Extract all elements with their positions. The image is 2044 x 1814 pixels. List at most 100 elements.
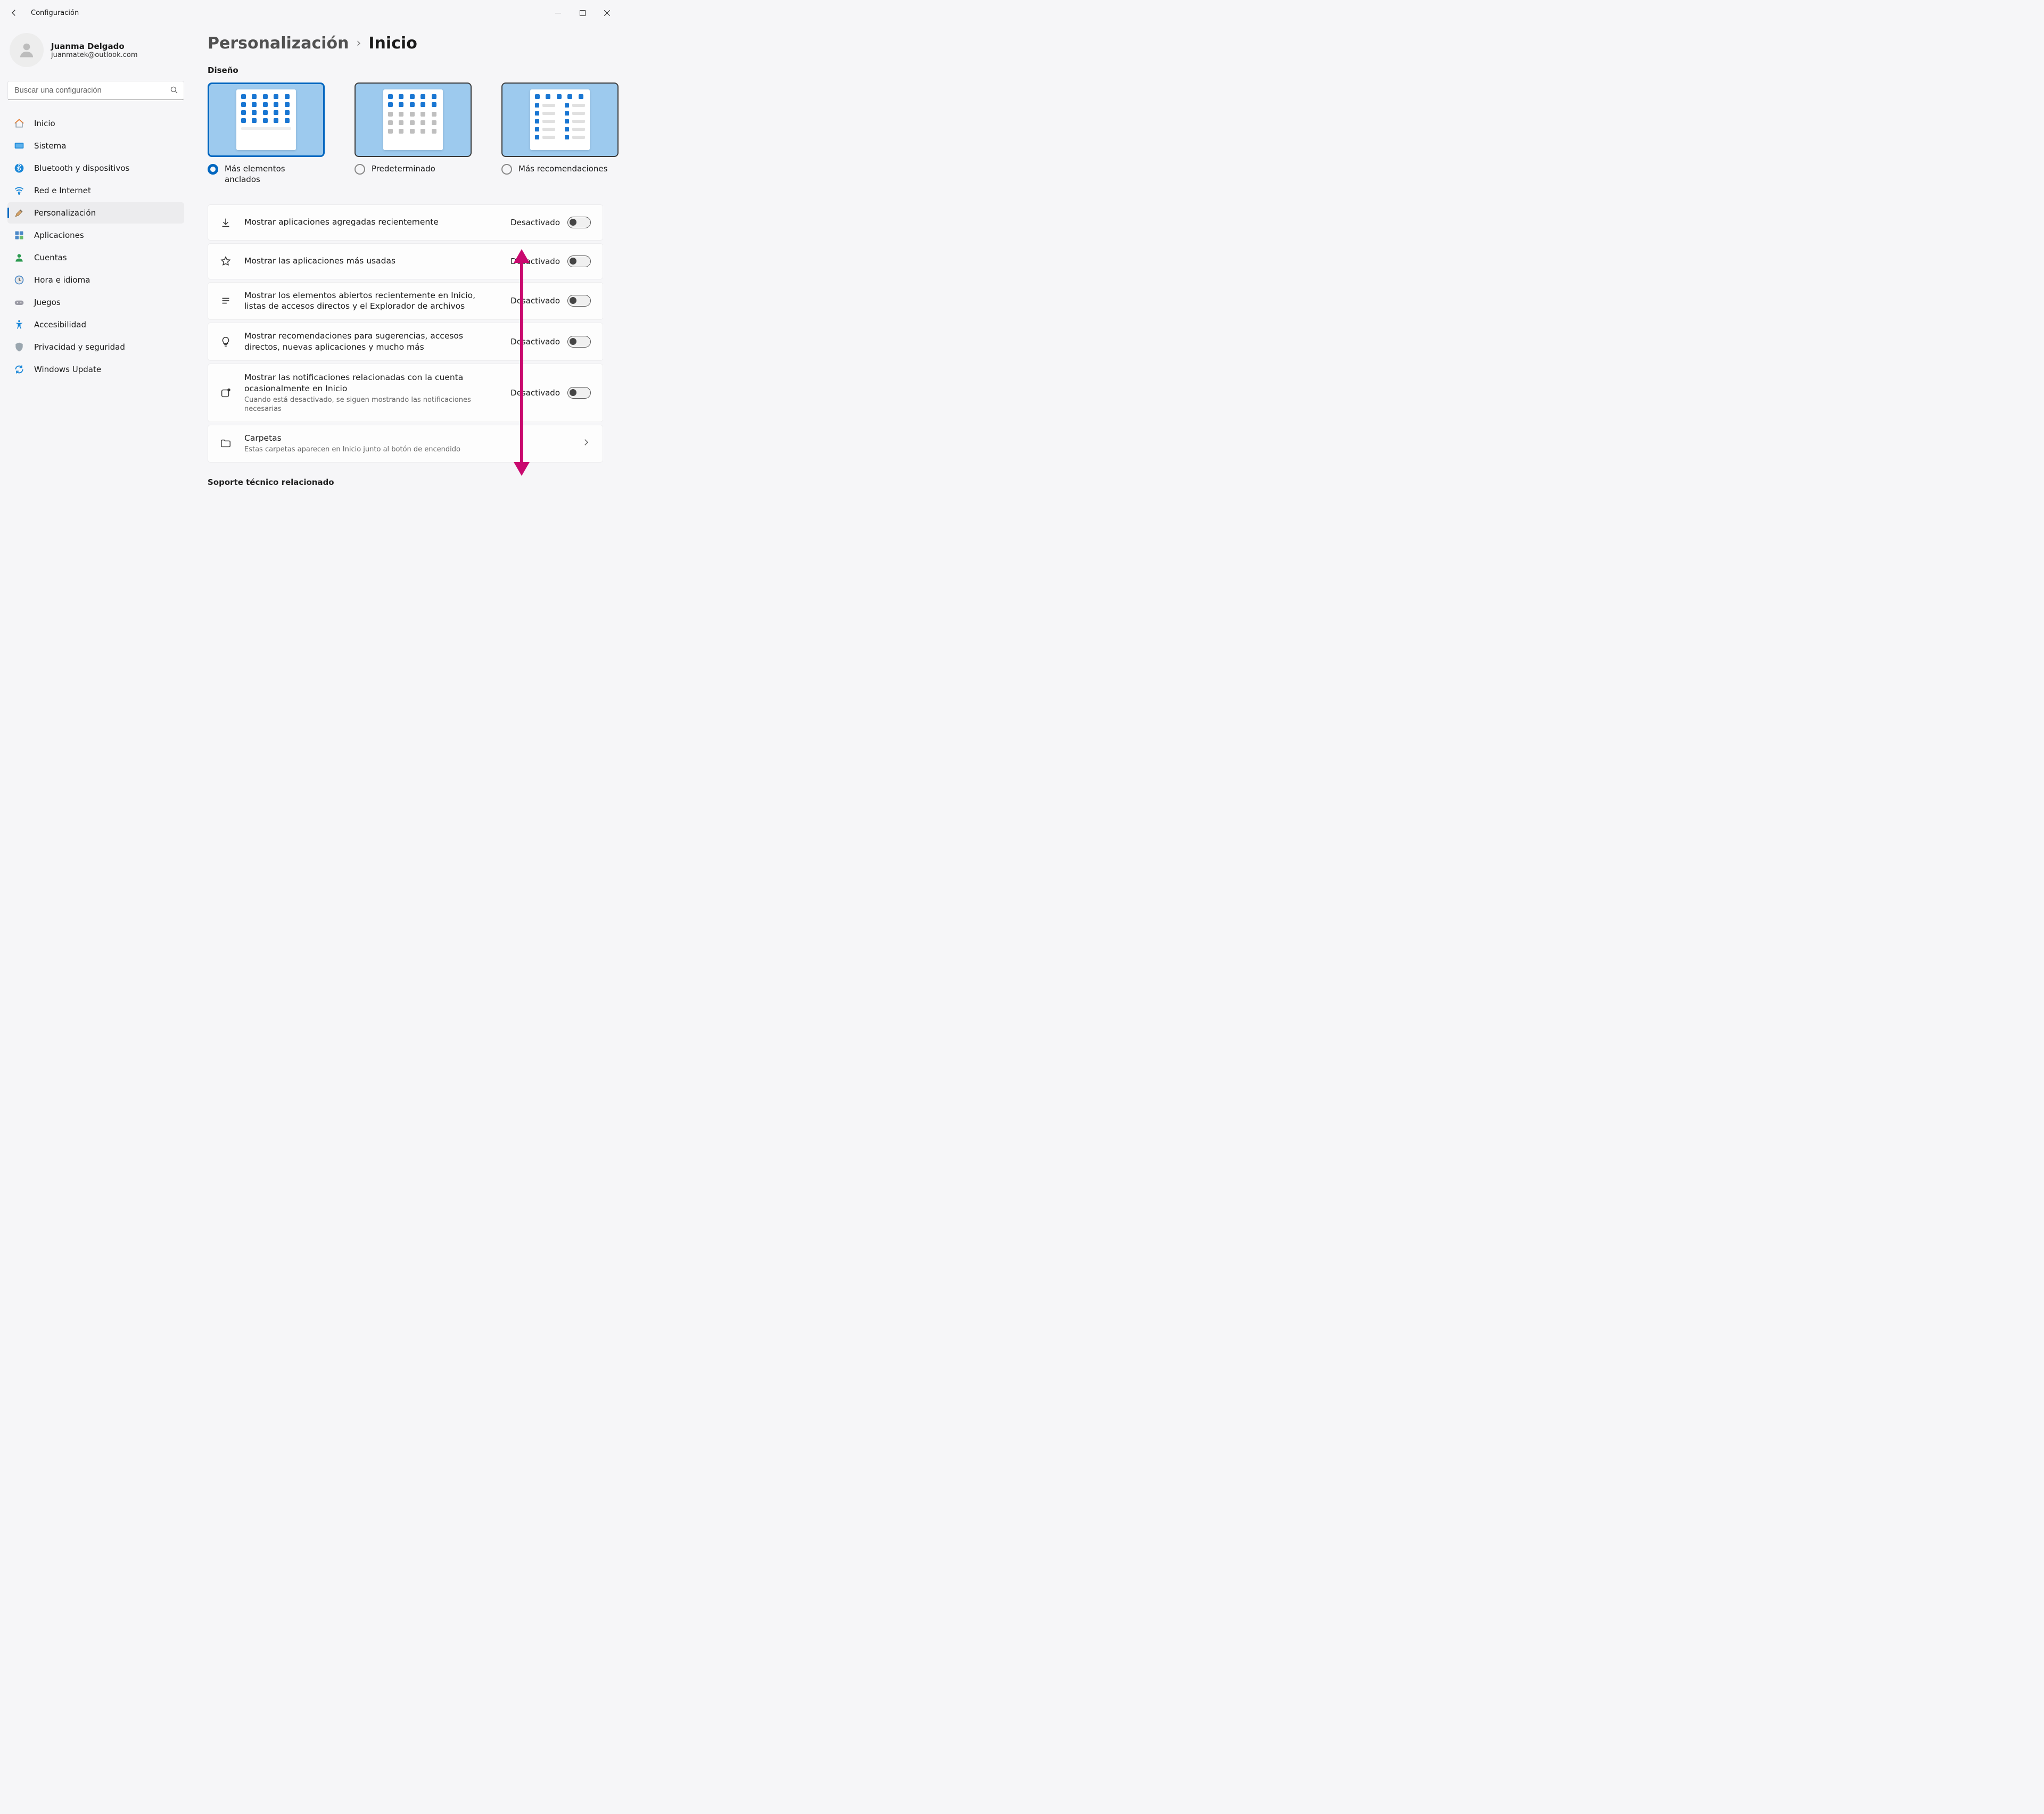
sidebar-item-juegos[interactable]: Juegos bbox=[7, 292, 184, 313]
setting-recent-apps: Mostrar aplicaciones agregadas recientem… bbox=[208, 204, 603, 241]
setting-title: Mostrar aplicaciones agregadas recientem… bbox=[244, 217, 498, 228]
toggle-recent-apps[interactable] bbox=[567, 217, 591, 228]
sidebar-item-privacidad[interactable]: Privacidad y seguridad bbox=[7, 336, 184, 358]
avatar bbox=[10, 33, 44, 67]
wifi-icon bbox=[14, 185, 24, 196]
toggle-state: Desactivado bbox=[510, 218, 560, 227]
setting-title: Mostrar los elementos abiertos recientem… bbox=[244, 290, 498, 312]
toggle-state: Desactivado bbox=[510, 296, 560, 306]
layout-option-more-recs[interactable]: Más recomendaciones bbox=[501, 83, 619, 185]
list-icon bbox=[220, 295, 232, 307]
privacy-icon bbox=[14, 342, 24, 352]
games-icon bbox=[14, 297, 24, 308]
sidebar-item-sistema[interactable]: Sistema bbox=[7, 135, 184, 156]
sidebar-item-cuentas[interactable]: Cuentas bbox=[7, 247, 184, 268]
chevron-right-icon bbox=[581, 438, 591, 449]
minimize-button[interactable] bbox=[546, 4, 570, 21]
toggle-recommendations[interactable] bbox=[567, 336, 591, 348]
setting-folders[interactable]: Carpetas Estas carpetas aparecen en Inic… bbox=[208, 425, 603, 462]
sidebar-item-red[interactable]: Red e Internet bbox=[7, 180, 184, 201]
maximize-button[interactable] bbox=[570, 4, 595, 21]
sidebar-item-update[interactable]: Windows Update bbox=[7, 359, 184, 380]
window-controls bbox=[546, 4, 619, 21]
toggle-state: Desactivado bbox=[510, 337, 560, 347]
toggle-state: Desactivado bbox=[510, 388, 560, 398]
sidebar-item-hora[interactable]: Hora e idioma bbox=[7, 269, 184, 291]
layout-thumb-more-pins bbox=[208, 83, 325, 157]
radio-more-pins[interactable] bbox=[208, 164, 218, 175]
sidebar-item-personalizacion[interactable]: Personalización bbox=[7, 202, 184, 224]
setting-title: Carpetas bbox=[244, 433, 568, 444]
app-title: Configuración bbox=[31, 9, 79, 17]
layout-option-default[interactable]: Predeterminado bbox=[355, 83, 472, 185]
radio-label: Predeterminado bbox=[372, 163, 435, 174]
main-content: Personalización › Inicio Diseño bbox=[192, 26, 619, 549]
search-icon bbox=[169, 85, 179, 97]
setting-account-notifs: Mostrar las notificaciones relacionadas … bbox=[208, 364, 603, 422]
setting-most-used: Mostrar las aplicaciones más usadas Desa… bbox=[208, 243, 603, 279]
toggle-most-used[interactable] bbox=[567, 255, 591, 267]
settings-list: Mostrar aplicaciones agregadas recientem… bbox=[208, 204, 603, 463]
sidebar-item-accesibilidad[interactable]: Accesibilidad bbox=[7, 314, 184, 335]
back-button[interactable] bbox=[7, 6, 20, 19]
sidebar-item-label: Red e Internet bbox=[34, 186, 91, 195]
profile-name: Juanma Delgado bbox=[51, 42, 138, 51]
sidebar-item-label: Inicio bbox=[34, 119, 55, 128]
section-layout-label: Diseño bbox=[208, 65, 603, 75]
profile-block[interactable]: Juanma Delgado juanmatek@outlook.com bbox=[7, 32, 184, 68]
search-input[interactable] bbox=[7, 81, 184, 100]
personalization-icon bbox=[14, 208, 24, 218]
folder-icon bbox=[220, 438, 232, 449]
sidebar-item-label: Accesibilidad bbox=[34, 320, 86, 329]
sidebar-item-label: Sistema bbox=[34, 141, 66, 151]
toggle-account-notifs[interactable] bbox=[567, 387, 591, 399]
sidebar-item-label: Aplicaciones bbox=[34, 230, 84, 240]
accounts-icon bbox=[14, 252, 24, 263]
sidebar-item-aplicaciones[interactable]: Aplicaciones bbox=[7, 225, 184, 246]
toggle-state: Desactivado bbox=[510, 257, 560, 266]
setting-title: Mostrar las aplicaciones más usadas bbox=[244, 255, 498, 267]
sidebar-item-label: Privacidad y seguridad bbox=[34, 342, 125, 352]
radio-default[interactable] bbox=[355, 164, 365, 175]
sidebar-nav: Inicio Sistema Bluetooth y dispositivos … bbox=[7, 113, 184, 380]
radio-label: Más recomendaciones bbox=[518, 163, 607, 174]
toggle-recent-items[interactable] bbox=[567, 295, 591, 307]
layout-option-more-pins[interactable]: Más elementos anclados bbox=[208, 83, 325, 185]
update-icon bbox=[14, 364, 24, 375]
close-button[interactable] bbox=[595, 4, 619, 21]
breadcrumb-parent[interactable]: Personalización bbox=[208, 34, 349, 53]
star-icon bbox=[220, 255, 232, 267]
layout-thumb-default bbox=[355, 83, 472, 157]
search-box[interactable] bbox=[7, 81, 184, 100]
titlebar: Configuración bbox=[0, 0, 619, 26]
notification-icon bbox=[220, 387, 232, 399]
bulb-icon bbox=[220, 336, 232, 348]
breadcrumb: Personalización › Inicio bbox=[208, 34, 603, 53]
sidebar: Juanma Delgado juanmatek@outlook.com Ini… bbox=[0, 26, 192, 549]
related-support-heading: Soporte técnico relacionado bbox=[208, 477, 603, 487]
profile-email: juanmatek@outlook.com bbox=[51, 51, 138, 59]
sidebar-item-bluetooth[interactable]: Bluetooth y dispositivos bbox=[7, 158, 184, 179]
time-icon bbox=[14, 275, 24, 285]
sidebar-item-label: Windows Update bbox=[34, 365, 101, 374]
breadcrumb-current: Inicio bbox=[368, 34, 417, 53]
download-icon bbox=[220, 217, 232, 228]
home-icon bbox=[14, 118, 24, 129]
setting-title: Mostrar recomendaciones para sugerencias… bbox=[244, 331, 498, 353]
setting-recommendations: Mostrar recomendaciones para sugerencias… bbox=[208, 323, 603, 361]
sidebar-item-label: Bluetooth y dispositivos bbox=[34, 163, 129, 173]
apps-icon bbox=[14, 230, 24, 241]
accessibility-icon bbox=[14, 319, 24, 330]
radio-label: Más elementos anclados bbox=[225, 163, 318, 185]
layout-thumb-more-recs bbox=[501, 83, 619, 157]
sidebar-item-inicio[interactable]: Inicio bbox=[7, 113, 184, 134]
bluetooth-icon bbox=[14, 163, 24, 174]
layout-options: Más elementos anclados bbox=[208, 83, 603, 185]
sidebar-item-label: Personalización bbox=[34, 208, 96, 218]
sidebar-item-label: Hora e idioma bbox=[34, 275, 90, 285]
radio-more-recs[interactable] bbox=[501, 164, 512, 175]
setting-title: Mostrar las notificaciones relacionadas … bbox=[244, 372, 498, 394]
setting-subtitle: Estas carpetas aparecen en Inicio junto … bbox=[244, 445, 568, 455]
setting-subtitle: Cuando está desactivado, se siguen mostr… bbox=[244, 395, 498, 414]
sidebar-item-label: Juegos bbox=[34, 298, 61, 307]
